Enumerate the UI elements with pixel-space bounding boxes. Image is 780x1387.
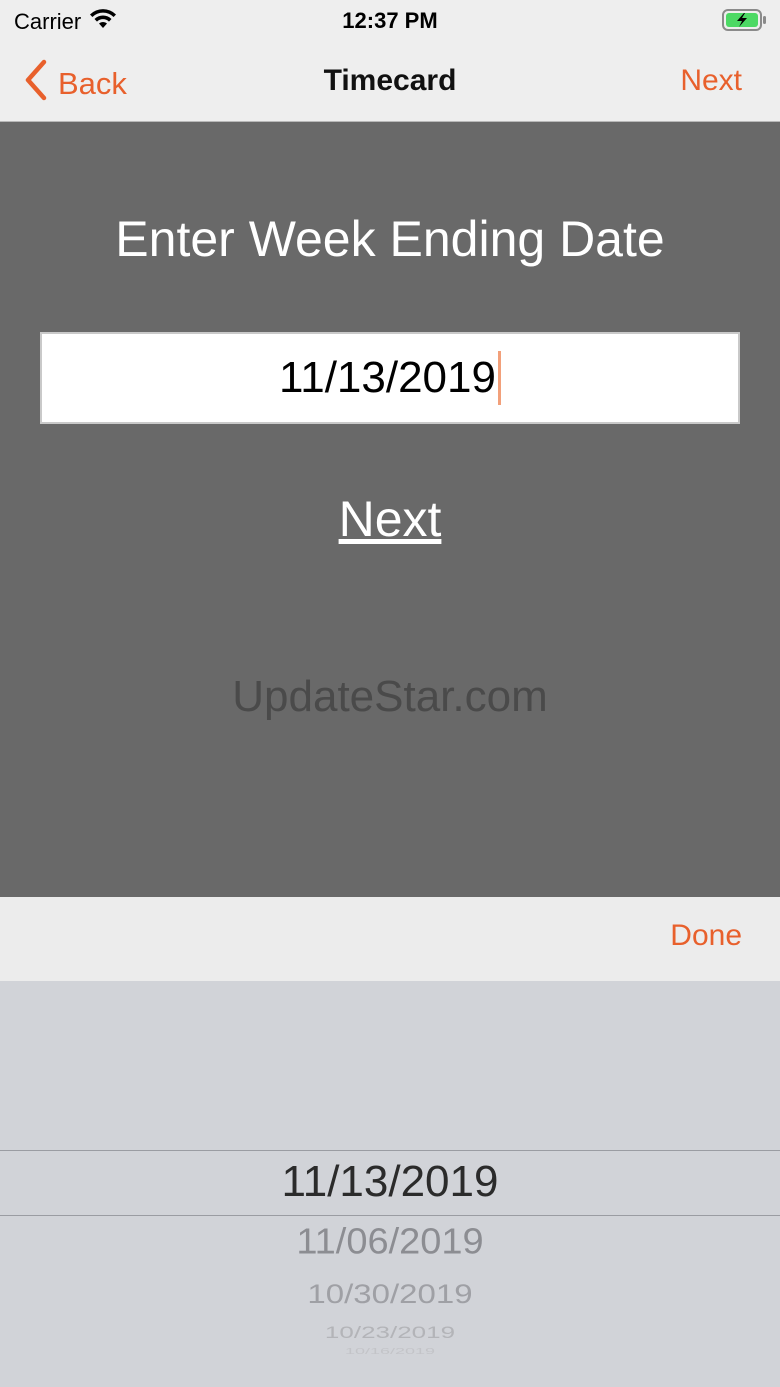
battery-charging-icon [722, 8, 768, 32]
status-time: 12:37 PM [342, 8, 438, 33]
nav-next-button[interactable]: Next [680, 64, 742, 98]
picker-option[interactable]: 10/16/2019 [0, 1347, 780, 1356]
picker-option[interactable]: 11/13/2019 [0, 1157, 780, 1207]
date-field-value: 11/13/2019 [279, 353, 496, 402]
picker-option[interactable]: 10/30/2019 [0, 1278, 780, 1309]
week-ending-date-field[interactable]: 11/13/2019 [40, 332, 740, 424]
text-caret [497, 351, 501, 405]
date-picker[interactable]: 11/13/2019 11/06/2019 10/30/2019 10/23/2… [0, 981, 780, 1387]
picker-option[interactable]: 11/06/2019 [0, 1222, 780, 1263]
watermark: UpdateStar.com [232, 672, 548, 721]
next-link[interactable]: Next [0, 490, 780, 548]
picker-option[interactable]: 10/23/2019 [0, 1322, 780, 1342]
main-content: Enter Week Ending Date 11/13/2019 Next U… [0, 122, 780, 897]
status-bar: Carrier 12:37 PM [0, 0, 780, 40]
page-title: Timecard [323, 64, 457, 97]
picker-toolbar: Done [0, 897, 780, 981]
navigation-bar: Back Timecard Next [0, 40, 780, 122]
done-button[interactable]: Done [670, 919, 742, 953]
heading: Enter Week Ending Date [115, 211, 665, 267]
